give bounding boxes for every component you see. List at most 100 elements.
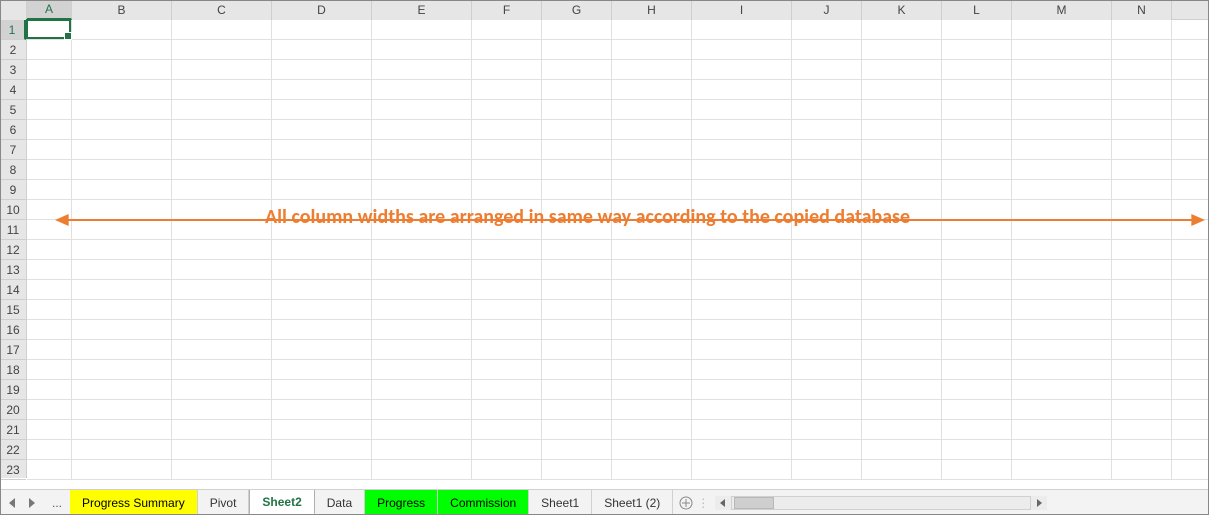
row-header-19[interactable]: 19 — [0, 380, 26, 400]
cell[interactable] — [612, 180, 692, 200]
cell[interactable] — [862, 80, 942, 100]
new-sheet-button[interactable] — [673, 490, 699, 515]
cell[interactable] — [542, 300, 612, 320]
cell[interactable] — [692, 280, 792, 300]
cell[interactable] — [172, 420, 272, 440]
row-header-17[interactable]: 17 — [0, 340, 26, 360]
cell[interactable] — [542, 360, 612, 380]
cell[interactable] — [1112, 100, 1172, 120]
cell[interactable] — [612, 60, 692, 80]
cell[interactable] — [472, 20, 542, 40]
cell[interactable] — [942, 440, 1012, 460]
cell[interactable] — [1112, 340, 1172, 360]
cell[interactable] — [172, 340, 272, 360]
cell[interactable] — [1112, 240, 1172, 260]
cell[interactable] — [372, 260, 472, 280]
cell[interactable] — [1012, 260, 1112, 280]
cell[interactable] — [542, 240, 612, 260]
sheet-tab-pivot[interactable]: Pivot — [198, 490, 250, 515]
cell[interactable] — [542, 40, 612, 60]
cell[interactable] — [472, 100, 542, 120]
cell[interactable] — [1012, 240, 1112, 260]
cell[interactable] — [472, 80, 542, 100]
cell[interactable] — [942, 100, 1012, 120]
cell[interactable] — [792, 20, 862, 40]
row-header-11[interactable]: 11 — [0, 220, 26, 240]
cell[interactable] — [862, 420, 942, 440]
cell[interactable] — [542, 140, 612, 160]
cell[interactable] — [862, 240, 942, 260]
column-header-E[interactable]: E — [372, 0, 472, 20]
cell[interactable] — [612, 420, 692, 440]
column-header-C[interactable]: C — [172, 0, 272, 20]
column-header-N[interactable]: N — [1112, 0, 1172, 20]
column-header-M[interactable]: M — [1012, 0, 1112, 20]
cell[interactable] — [472, 160, 542, 180]
cell[interactable] — [1112, 300, 1172, 320]
cell[interactable] — [372, 360, 472, 380]
cell[interactable] — [272, 100, 372, 120]
cell[interactable] — [27, 200, 72, 220]
cell[interactable] — [612, 440, 692, 460]
cell[interactable] — [692, 380, 792, 400]
cell[interactable] — [72, 100, 172, 120]
cell[interactable] — [792, 300, 862, 320]
cell[interactable] — [942, 340, 1012, 360]
cell[interactable] — [862, 120, 942, 140]
cell[interactable] — [372, 440, 472, 460]
cell[interactable] — [942, 280, 1012, 300]
cell[interactable] — [472, 280, 542, 300]
cell[interactable] — [172, 440, 272, 460]
cell[interactable] — [27, 140, 72, 160]
cell[interactable] — [272, 260, 372, 280]
cell[interactable] — [372, 220, 472, 240]
cell[interactable] — [472, 60, 542, 80]
cell[interactable] — [272, 420, 372, 440]
cell[interactable] — [612, 140, 692, 160]
cell[interactable] — [172, 140, 272, 160]
column-header-I[interactable]: I — [692, 0, 792, 20]
cell[interactable] — [272, 60, 372, 80]
cell[interactable] — [72, 440, 172, 460]
cell[interactable] — [172, 40, 272, 60]
cell[interactable] — [612, 260, 692, 280]
cell[interactable] — [942, 300, 1012, 320]
cell[interactable] — [942, 60, 1012, 80]
cell[interactable] — [272, 120, 372, 140]
cell[interactable] — [27, 400, 72, 420]
cell[interactable] — [792, 40, 862, 60]
cell[interactable] — [1012, 300, 1112, 320]
cell[interactable] — [612, 100, 692, 120]
sheet-tab-data[interactable]: Data — [315, 490, 365, 515]
cell[interactable] — [1012, 220, 1112, 240]
cell[interactable] — [372, 340, 472, 360]
row-header-20[interactable]: 20 — [0, 400, 26, 420]
sheet-tab-commission[interactable]: Commission — [438, 490, 529, 515]
cell[interactable] — [272, 140, 372, 160]
cell[interactable] — [862, 300, 942, 320]
cell[interactable] — [72, 320, 172, 340]
cell[interactable] — [27, 280, 72, 300]
cell[interactable] — [792, 400, 862, 420]
cell[interactable] — [692, 440, 792, 460]
cell[interactable] — [272, 300, 372, 320]
cell[interactable] — [942, 180, 1012, 200]
cell[interactable] — [792, 380, 862, 400]
cell[interactable] — [862, 160, 942, 180]
cell[interactable] — [472, 40, 542, 60]
cell[interactable] — [27, 240, 72, 260]
cell[interactable] — [372, 320, 472, 340]
cell[interactable] — [692, 80, 792, 100]
cell[interactable] — [1112, 460, 1172, 480]
column-header-D[interactable]: D — [272, 0, 372, 20]
cell[interactable] — [792, 160, 862, 180]
cell[interactable] — [272, 280, 372, 300]
cell[interactable] — [372, 380, 472, 400]
cell[interactable] — [692, 300, 792, 320]
cell[interactable] — [1012, 280, 1112, 300]
cell[interactable] — [27, 220, 72, 240]
cell[interactable] — [542, 380, 612, 400]
scroll-thumb[interactable] — [734, 497, 774, 509]
cell[interactable] — [862, 380, 942, 400]
cell[interactable] — [692, 140, 792, 160]
